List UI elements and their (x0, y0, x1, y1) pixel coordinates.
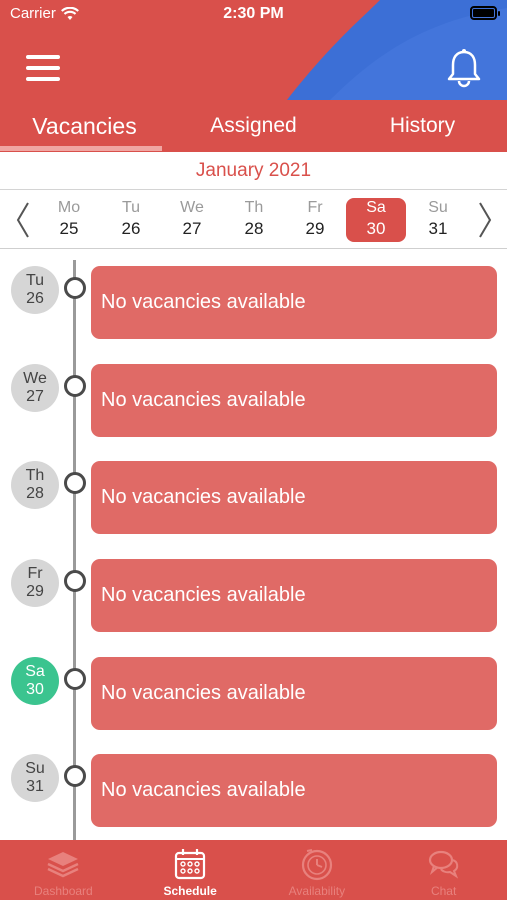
date-badge[interactable]: We 27 (11, 364, 59, 412)
timeline-row: Su 31 No vacancies available (0, 754, 507, 828)
month-label: January 2021 (0, 152, 507, 190)
vacancy-card[interactable]: No vacancies available (91, 266, 497, 339)
badge-date: 31 (26, 778, 44, 795)
date-badge[interactable]: Tu 26 (11, 266, 59, 314)
bell-icon[interactable] (445, 48, 483, 88)
nav-availability[interactable]: Availability (254, 840, 381, 900)
nav-label: Availability (288, 884, 346, 898)
vacancy-card[interactable]: No vacancies available (91, 559, 497, 632)
status-time: 2:30 PM (223, 5, 284, 22)
day-date: 26 (121, 219, 141, 238)
tab-assigned[interactable]: Assigned (169, 100, 338, 152)
badge-day: Fr (27, 565, 43, 582)
layers-icon (47, 852, 79, 878)
timeline-node (64, 277, 86, 299)
day-date: 29 (305, 219, 325, 238)
timeline-node (64, 668, 86, 690)
status-bar: Carrier 2:30 PM (0, 0, 507, 30)
badge-day: We (23, 370, 47, 387)
badge-date: 28 (26, 485, 44, 502)
nav-label: Dashboard (34, 884, 93, 898)
app-header: Carrier 2:30 PM Vacancies Assigned Histo… (0, 0, 507, 152)
badge-day: Th (25, 467, 45, 484)
date-badge[interactable]: Su 31 (11, 754, 59, 802)
calendar-icon (175, 849, 206, 880)
day-date: 30 (366, 219, 386, 238)
timeline-row: Tu 26 No vacancies available (0, 265, 507, 339)
timeline-node (64, 375, 86, 397)
day-name: Th (244, 199, 264, 216)
nav-chat[interactable]: Chat (380, 840, 507, 900)
timeline-row: Fr 29 No vacancies available (0, 558, 507, 632)
timeline-row: We 27 No vacancies available (0, 363, 507, 437)
day-name: We (180, 199, 204, 216)
badge-date: 30 (26, 681, 44, 698)
day-name: Fr (307, 199, 323, 216)
day-date: 27 (182, 219, 202, 238)
bottom-nav: Dashboard Schedule Availability Chat (0, 840, 507, 900)
tab-history[interactable]: History (338, 100, 507, 152)
nav-dashboard[interactable]: Dashboard (0, 840, 127, 900)
timeline-row: Sa 30 No vacancies available (0, 656, 507, 730)
day-tu[interactable]: Tu 26 (101, 198, 161, 242)
date-badge[interactable]: Fr 29 (11, 559, 59, 607)
timeline-node (64, 765, 86, 787)
date-badge-today[interactable]: Sa 30 (11, 657, 59, 705)
day-we[interactable]: We 27 (162, 198, 222, 242)
day-mo[interactable]: Mo 25 (39, 198, 99, 242)
timeline-row: Th 28 No vacancies available (0, 461, 507, 535)
day-name: Mo (57, 199, 81, 216)
badge-day: Tu (25, 272, 45, 289)
week-strip: Mo 25 Tu 26 We 27 Th 28 Fr 29 Sa 30 Su 3… (0, 190, 507, 249)
day-name: Tu (121, 199, 141, 216)
day-name: Sa (366, 199, 386, 216)
nav-schedule[interactable]: Schedule (127, 840, 254, 900)
badge-day: Su (25, 760, 45, 777)
nav-label: Chat (430, 884, 457, 898)
chevron-right-icon[interactable] (472, 200, 498, 240)
badge-day: Sa (25, 663, 45, 680)
day-sa-selected[interactable]: Sa 30 (346, 198, 406, 242)
badge-date: 26 (26, 290, 44, 307)
timeline-node (64, 570, 86, 592)
chevron-left-icon[interactable] (10, 200, 36, 240)
vacancy-card[interactable]: No vacancies available (91, 461, 497, 534)
day-date: 31 (428, 219, 448, 238)
nav-label: Schedule (163, 884, 217, 898)
tab-vacancies[interactable]: Vacancies (0, 100, 169, 152)
timeline-node (64, 472, 86, 494)
hamburger-menu-icon[interactable] (26, 55, 60, 81)
day-date: 25 (59, 219, 79, 238)
vacancy-card[interactable]: No vacancies available (91, 754, 497, 827)
badge-date: 27 (26, 388, 44, 405)
clock-icon (301, 849, 332, 881)
timeline-line (73, 260, 76, 840)
badge-date: 29 (26, 583, 44, 600)
chat-bubbles-icon (428, 850, 458, 879)
day-name: Su (428, 199, 448, 216)
battery-icon (470, 6, 500, 20)
active-tab-indicator (0, 146, 162, 151)
day-fr[interactable]: Fr 29 (285, 198, 345, 242)
tab-bar: Vacancies Assigned History (0, 100, 507, 152)
day-date: 28 (244, 219, 264, 238)
vacancy-card[interactable]: No vacancies available (91, 657, 497, 730)
day-su[interactable]: Su 31 (408, 198, 468, 242)
date-badge[interactable]: Th 28 (11, 461, 59, 509)
day-th[interactable]: Th 28 (224, 198, 284, 242)
vacancy-card[interactable]: No vacancies available (91, 364, 497, 437)
